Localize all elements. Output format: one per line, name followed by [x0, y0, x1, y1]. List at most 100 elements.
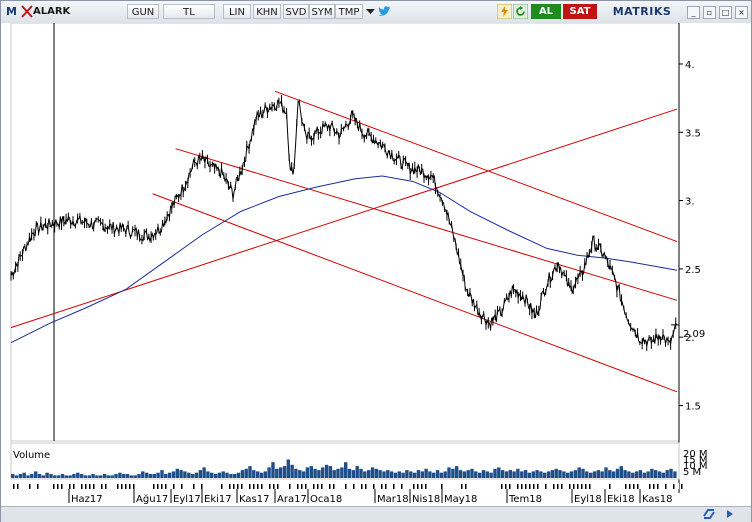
- date-tick: [201, 484, 203, 489]
- price-plot-frame: [10, 23, 680, 442]
- date-tick: [193, 484, 195, 489]
- x-tick-label: Ara17: [277, 494, 307, 505]
- volume-bar: [298, 470, 302, 478]
- volume-bar: [573, 470, 578, 478]
- currency-button[interactable]: TL: [163, 4, 215, 19]
- volume-bar: [240, 470, 245, 478]
- date-tick: [165, 484, 167, 489]
- date-tick: [37, 484, 39, 489]
- volume-bar: [520, 471, 524, 478]
- date-tick: [533, 484, 535, 489]
- volume-bar: [282, 466, 287, 478]
- twitter-icon[interactable]: [377, 4, 392, 19]
- y-tick-label: 1.5: [685, 401, 701, 412]
- tmp-button[interactable]: TMP: [335, 4, 363, 19]
- x-tick-label: Eyl17: [173, 494, 201, 505]
- date-tick: [537, 484, 539, 489]
- volume-bar: [313, 468, 317, 478]
- dropdown-arrow-icon[interactable]: [363, 4, 378, 19]
- volume-bar: [217, 472, 222, 478]
- volume-bar: [236, 472, 241, 478]
- volume-bar: [68, 475, 72, 478]
- date-tick: [161, 484, 163, 489]
- volume-bar: [301, 471, 306, 478]
- volume-bar: [493, 468, 497, 478]
- symbol-field[interactable]: ALARK: [33, 4, 123, 19]
- volume-bar: [451, 468, 455, 478]
- volume-bar: [615, 468, 620, 478]
- date-tick: [321, 484, 323, 489]
- date-tick: [13, 484, 15, 489]
- volume-bar: [225, 472, 229, 478]
- volume-bar: [661, 472, 666, 478]
- volume-bar: [336, 468, 340, 478]
- date-tick: [105, 484, 107, 489]
- volume-bar: [351, 470, 356, 478]
- volume-bar: [554, 468, 558, 478]
- svd-button[interactable]: SVD: [283, 4, 309, 19]
- volume-bar: [543, 472, 547, 478]
- date-tick: [329, 484, 331, 489]
- date-tick: [629, 484, 631, 489]
- date-tick: [609, 484, 611, 489]
- volume-bar: [458, 470, 463, 478]
- minimize-icon[interactable]: _: [687, 6, 700, 19]
- volume-bar: [152, 474, 156, 478]
- date-tick: [665, 484, 667, 489]
- lightning-icon[interactable]: [497, 4, 512, 19]
- restore-icon[interactable]: ▫: [703, 6, 716, 19]
- volume-bar: [546, 471, 551, 478]
- volume-bar: [550, 470, 555, 478]
- volume-bar: [455, 466, 459, 478]
- volume-bar: [344, 462, 348, 478]
- date-tick: [501, 484, 503, 489]
- buy-button[interactable]: AL: [531, 4, 561, 19]
- date-tick: [85, 484, 87, 489]
- volume-bar: [11, 474, 15, 478]
- close-icon[interactable]: ×: [735, 6, 748, 19]
- period-button[interactable]: GUN: [127, 4, 159, 19]
- date-tick: [133, 484, 135, 489]
- volume-bar: [604, 467, 608, 478]
- volume-bar: [317, 470, 321, 478]
- sym-button[interactable]: SYM: [309, 4, 335, 19]
- volume-bar: [428, 471, 432, 478]
- volume-bar: [148, 474, 153, 478]
- volume-bar: [592, 471, 597, 478]
- date-tick: [573, 484, 575, 489]
- date-tick: [465, 484, 467, 489]
- date-tick: [61, 484, 63, 489]
- chart-window: M ALARK GUN TL LIN KHN SVD SYM TMP AL SA…: [0, 0, 752, 522]
- volume-bar: [248, 466, 252, 478]
- last-price-label: 2.09: [683, 329, 705, 340]
- date-tick: [229, 484, 231, 489]
- scale-button[interactable]: LIN: [223, 4, 251, 19]
- date-tick: [69, 484, 71, 489]
- volume-bar: [137, 474, 141, 478]
- volume-bar: [129, 475, 134, 478]
- volume-bar: [631, 472, 635, 478]
- y-tick-label: 4.: [685, 60, 695, 71]
- volume-bar: [485, 471, 489, 478]
- scroll-right-icon[interactable]: [723, 507, 739, 521]
- refresh-icon[interactable]: [513, 4, 528, 19]
- volume-bar: [589, 472, 593, 478]
- volume-bar: [596, 470, 600, 478]
- volume-bar: [340, 467, 344, 478]
- date-tick: [509, 484, 511, 489]
- khn-button[interactable]: KHN: [253, 4, 281, 19]
- volume-bar: [466, 470, 470, 478]
- volume-bar: [619, 466, 623, 478]
- brand-logo: MATRIKS: [612, 5, 672, 18]
- close-symbol-icon[interactable]: [21, 5, 33, 18]
- menu-logo-button[interactable]: M: [4, 4, 19, 19]
- chart-area[interactable]: 4.3.53.2.52.1.5 2.09 Volume 20 M 15 M 10…: [1, 23, 751, 506]
- maximize-icon[interactable]: □: [719, 6, 732, 19]
- date-tick: [93, 484, 95, 489]
- sync-icon[interactable]: [701, 507, 717, 521]
- volume-bar: [577, 467, 581, 478]
- sell-button[interactable]: SAT: [563, 4, 597, 19]
- volume-bar: [669, 468, 673, 478]
- x-tick-label: Ağu17: [136, 493, 168, 505]
- volume-bar: [500, 470, 505, 478]
